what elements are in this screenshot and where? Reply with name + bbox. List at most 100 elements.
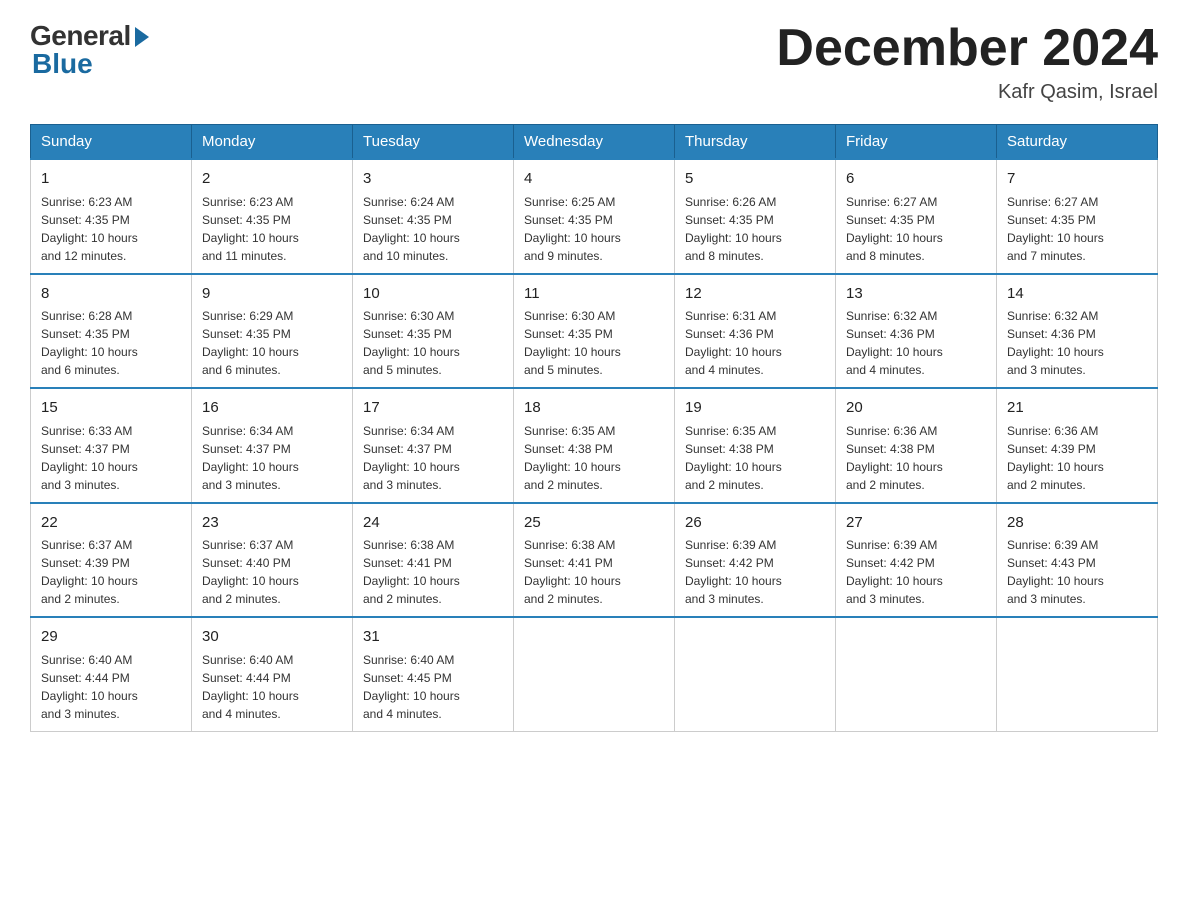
weekday-header-sunday: Sunday	[31, 125, 192, 160]
day-number: 15	[41, 397, 181, 420]
day-info: Sunrise: 6:28 AMSunset: 4:35 PMDaylight:…	[41, 307, 181, 379]
logo: General Blue	[30, 20, 149, 80]
day-info: Sunrise: 6:33 AMSunset: 4:37 PMDaylight:…	[41, 422, 181, 494]
day-number: 6	[846, 168, 986, 191]
day-info: Sunrise: 6:39 AMSunset: 4:42 PMDaylight:…	[685, 536, 825, 608]
day-info: Sunrise: 6:26 AMSunset: 4:35 PMDaylight:…	[685, 193, 825, 265]
day-number: 30	[202, 626, 342, 649]
day-info: Sunrise: 6:31 AMSunset: 4:36 PMDaylight:…	[685, 307, 825, 379]
day-number: 27	[846, 512, 986, 535]
calendar-cell: 27Sunrise: 6:39 AMSunset: 4:42 PMDayligh…	[836, 503, 997, 618]
weekday-header-wednesday: Wednesday	[514, 125, 675, 160]
weekday-header-monday: Monday	[192, 125, 353, 160]
day-info: Sunrise: 6:40 AMSunset: 4:45 PMDaylight:…	[363, 651, 503, 723]
calendar-cell: 29Sunrise: 6:40 AMSunset: 4:44 PMDayligh…	[31, 617, 192, 731]
calendar-cell: 2Sunrise: 6:23 AMSunset: 4:35 PMDaylight…	[192, 159, 353, 274]
calendar-cell: 4Sunrise: 6:25 AMSunset: 4:35 PMDaylight…	[514, 159, 675, 274]
calendar-table: SundayMondayTuesdayWednesdayThursdayFrid…	[30, 124, 1158, 732]
day-info: Sunrise: 6:29 AMSunset: 4:35 PMDaylight:…	[202, 307, 342, 379]
calendar-cell: 1Sunrise: 6:23 AMSunset: 4:35 PMDaylight…	[31, 159, 192, 274]
day-info: Sunrise: 6:39 AMSunset: 4:43 PMDaylight:…	[1007, 536, 1147, 608]
day-number: 17	[363, 397, 503, 420]
day-number: 24	[363, 512, 503, 535]
day-info: Sunrise: 6:27 AMSunset: 4:35 PMDaylight:…	[846, 193, 986, 265]
day-number: 8	[41, 283, 181, 306]
calendar-cell: 5Sunrise: 6:26 AMSunset: 4:35 PMDaylight…	[675, 159, 836, 274]
day-info: Sunrise: 6:25 AMSunset: 4:35 PMDaylight:…	[524, 193, 664, 265]
day-number: 12	[685, 283, 825, 306]
day-number: 26	[685, 512, 825, 535]
calendar-cell: 20Sunrise: 6:36 AMSunset: 4:38 PMDayligh…	[836, 388, 997, 503]
calendar-cell: 14Sunrise: 6:32 AMSunset: 4:36 PMDayligh…	[997, 274, 1158, 389]
day-info: Sunrise: 6:27 AMSunset: 4:35 PMDaylight:…	[1007, 193, 1147, 265]
month-title: December 2024	[776, 20, 1158, 77]
calendar-cell: 18Sunrise: 6:35 AMSunset: 4:38 PMDayligh…	[514, 388, 675, 503]
calendar-cell: 8Sunrise: 6:28 AMSunset: 4:35 PMDaylight…	[31, 274, 192, 389]
day-number: 20	[846, 397, 986, 420]
day-number: 23	[202, 512, 342, 535]
day-number: 9	[202, 283, 342, 306]
day-info: Sunrise: 6:35 AMSunset: 4:38 PMDaylight:…	[685, 422, 825, 494]
calendar-cell: 17Sunrise: 6:34 AMSunset: 4:37 PMDayligh…	[353, 388, 514, 503]
day-info: Sunrise: 6:40 AMSunset: 4:44 PMDaylight:…	[41, 651, 181, 723]
day-info: Sunrise: 6:34 AMSunset: 4:37 PMDaylight:…	[202, 422, 342, 494]
title-section: December 2024 Kafr Qasim, Israel	[776, 20, 1158, 104]
day-info: Sunrise: 6:30 AMSunset: 4:35 PMDaylight:…	[524, 307, 664, 379]
weekday-header-tuesday: Tuesday	[353, 125, 514, 160]
week-row-5: 29Sunrise: 6:40 AMSunset: 4:44 PMDayligh…	[31, 617, 1158, 731]
location-label: Kafr Qasim, Israel	[776, 81, 1158, 104]
day-info: Sunrise: 6:36 AMSunset: 4:39 PMDaylight:…	[1007, 422, 1147, 494]
calendar-cell	[514, 617, 675, 731]
week-row-2: 8Sunrise: 6:28 AMSunset: 4:35 PMDaylight…	[31, 274, 1158, 389]
day-number: 28	[1007, 512, 1147, 535]
day-number: 31	[363, 626, 503, 649]
day-info: Sunrise: 6:38 AMSunset: 4:41 PMDaylight:…	[524, 536, 664, 608]
calendar-cell: 9Sunrise: 6:29 AMSunset: 4:35 PMDaylight…	[192, 274, 353, 389]
weekday-header-saturday: Saturday	[997, 125, 1158, 160]
calendar-cell: 23Sunrise: 6:37 AMSunset: 4:40 PMDayligh…	[192, 503, 353, 618]
calendar-cell: 31Sunrise: 6:40 AMSunset: 4:45 PMDayligh…	[353, 617, 514, 731]
calendar-cell: 28Sunrise: 6:39 AMSunset: 4:43 PMDayligh…	[997, 503, 1158, 618]
calendar-cell: 10Sunrise: 6:30 AMSunset: 4:35 PMDayligh…	[353, 274, 514, 389]
day-number: 5	[685, 168, 825, 191]
day-number: 16	[202, 397, 342, 420]
day-info: Sunrise: 6:38 AMSunset: 4:41 PMDaylight:…	[363, 536, 503, 608]
weekday-header-friday: Friday	[836, 125, 997, 160]
day-info: Sunrise: 6:39 AMSunset: 4:42 PMDaylight:…	[846, 536, 986, 608]
day-info: Sunrise: 6:23 AMSunset: 4:35 PMDaylight:…	[41, 193, 181, 265]
day-info: Sunrise: 6:37 AMSunset: 4:39 PMDaylight:…	[41, 536, 181, 608]
day-number: 21	[1007, 397, 1147, 420]
calendar-cell: 30Sunrise: 6:40 AMSunset: 4:44 PMDayligh…	[192, 617, 353, 731]
calendar-cell: 24Sunrise: 6:38 AMSunset: 4:41 PMDayligh…	[353, 503, 514, 618]
calendar-cell: 7Sunrise: 6:27 AMSunset: 4:35 PMDaylight…	[997, 159, 1158, 274]
calendar-cell	[675, 617, 836, 731]
logo-triangle-icon	[135, 27, 149, 47]
day-info: Sunrise: 6:36 AMSunset: 4:38 PMDaylight:…	[846, 422, 986, 494]
calendar-cell: 3Sunrise: 6:24 AMSunset: 4:35 PMDaylight…	[353, 159, 514, 274]
calendar-cell	[997, 617, 1158, 731]
day-info: Sunrise: 6:24 AMSunset: 4:35 PMDaylight:…	[363, 193, 503, 265]
calendar-cell: 16Sunrise: 6:34 AMSunset: 4:37 PMDayligh…	[192, 388, 353, 503]
day-number: 14	[1007, 283, 1147, 306]
day-number: 7	[1007, 168, 1147, 191]
calendar-cell: 19Sunrise: 6:35 AMSunset: 4:38 PMDayligh…	[675, 388, 836, 503]
day-number: 4	[524, 168, 664, 191]
day-number: 11	[524, 283, 664, 306]
day-number: 1	[41, 168, 181, 191]
calendar-cell: 22Sunrise: 6:37 AMSunset: 4:39 PMDayligh…	[31, 503, 192, 618]
calendar-cell: 15Sunrise: 6:33 AMSunset: 4:37 PMDayligh…	[31, 388, 192, 503]
day-number: 18	[524, 397, 664, 420]
calendar-cell: 21Sunrise: 6:36 AMSunset: 4:39 PMDayligh…	[997, 388, 1158, 503]
week-row-3: 15Sunrise: 6:33 AMSunset: 4:37 PMDayligh…	[31, 388, 1158, 503]
logo-blue-text: Blue	[32, 48, 93, 80]
day-number: 19	[685, 397, 825, 420]
day-info: Sunrise: 6:30 AMSunset: 4:35 PMDaylight:…	[363, 307, 503, 379]
day-info: Sunrise: 6:37 AMSunset: 4:40 PMDaylight:…	[202, 536, 342, 608]
day-number: 3	[363, 168, 503, 191]
day-info: Sunrise: 6:23 AMSunset: 4:35 PMDaylight:…	[202, 193, 342, 265]
day-number: 25	[524, 512, 664, 535]
day-info: Sunrise: 6:32 AMSunset: 4:36 PMDaylight:…	[846, 307, 986, 379]
weekday-header-thursday: Thursday	[675, 125, 836, 160]
day-number: 13	[846, 283, 986, 306]
week-row-1: 1Sunrise: 6:23 AMSunset: 4:35 PMDaylight…	[31, 159, 1158, 274]
